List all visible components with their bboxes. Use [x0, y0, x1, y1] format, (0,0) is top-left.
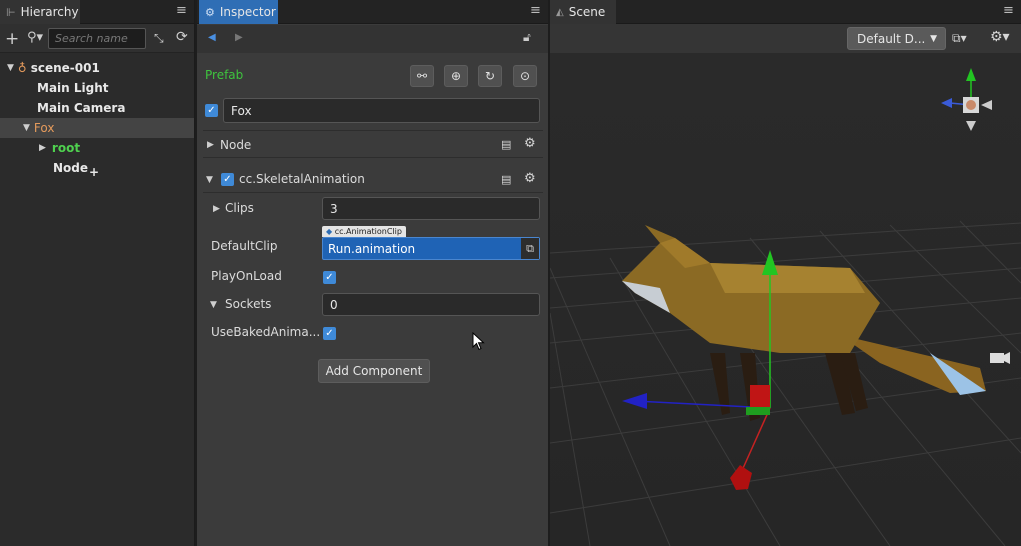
inspector-tabbar: ⚙ Inspector ≡ [197, 0, 548, 24]
scene-panel: ◭ Scene ≡ Default D... ▼ ⧉▾ ⚙▾ [550, 0, 1021, 546]
sockets-label: Sockets [225, 297, 272, 311]
divider [203, 192, 543, 193]
play-on-load-label: PlayOnLoad [211, 269, 282, 283]
scene-viewport[interactable] [550, 53, 1021, 546]
camera-dropdown[interactable]: Default D... ▼ [847, 27, 946, 50]
inspector-nav: ◀ ▶ 🔓︎ [197, 25, 548, 53]
unlink-prefab-button[interactable]: ⚯ [410, 65, 434, 87]
unlink-icon: ⚯ [416, 69, 428, 83]
use-baked-checkbox[interactable]: ✓ [323, 327, 336, 340]
hierarchy-toolbar: + ⚲▾ Search name ⤡ ⟳ [0, 24, 194, 53]
book-icon[interactable]: ▤ [501, 173, 511, 186]
divider [203, 130, 543, 131]
target-icon: ⊕ [450, 69, 462, 83]
expand-arrow-icon[interactable]: ▼ [7, 63, 14, 73]
refresh-icon: ↻ [484, 69, 496, 83]
search-filter-icon[interactable]: ⚲▾ [27, 30, 43, 45]
menu-icon[interactable]: ≡ [1003, 4, 1014, 17]
hierarchy-tabbar: ⊩ Hierarchy ≡ [0, 0, 194, 24]
hierarchy-panel: ⊩ Hierarchy ≡ + ⚲▾ Search name ⤡ ⟳ ▼ ♁ s… [0, 0, 195, 546]
node-name-field[interactable]: Fox [223, 98, 540, 123]
menu-icon[interactable]: ≡ [176, 4, 187, 17]
default-clip-label: DefaultClip [211, 239, 278, 253]
divider [203, 157, 543, 158]
lock-icon[interactable]: 🔓︎ [523, 30, 531, 45]
tree-item-root[interactable]: ▶ root [0, 138, 194, 158]
tree-item-fox[interactable]: ▼ Fox [0, 118, 194, 138]
gear-icon: ⚙ [205, 5, 215, 19]
component-name-label[interactable]: cc.SkeletalAnimation [239, 172, 365, 186]
revert-prefab-button[interactable]: ↻ [478, 65, 502, 87]
search-input[interactable]: Search name [48, 28, 146, 49]
apply-prefab-button[interactable]: ⊙ [513, 65, 537, 87]
mouse-cursor-icon [472, 332, 485, 351]
hierarchy-icon: ⊩ [6, 5, 16, 19]
tree-item-main-camera[interactable]: Main Camera [0, 98, 194, 118]
node-section-label[interactable]: Node [220, 138, 251, 152]
asset-type-badge: ◆ cc.AnimationClip [322, 226, 406, 237]
gear-icon[interactable]: ⚙ [524, 136, 536, 151]
forward-icon[interactable]: ▶ [235, 32, 243, 43]
add-component-button[interactable]: Add Component [318, 359, 430, 383]
check-circle-icon: ⊙ [519, 69, 531, 83]
expand-arrow-icon[interactable]: ▼ [23, 123, 30, 133]
play-on-load-checkbox[interactable]: ✓ [323, 271, 336, 284]
picker-icon: ⧉ [526, 241, 534, 255]
component-enabled-checkbox[interactable]: ✓ [221, 173, 234, 186]
expand-arrow-icon[interactable]: ▼ [210, 300, 217, 310]
prefab-label: Prefab [205, 68, 244, 82]
mountain-icon: ◭ [556, 6, 564, 18]
scene-toolbar: Default D... ▼ ⧉▾ ⚙▾ [550, 24, 1021, 53]
collapsed-arrow-icon[interactable]: ▶ [39, 143, 46, 153]
locate-prefab-button[interactable]: ⊕ [444, 65, 468, 87]
tree-item-scene[interactable]: ▼ ♁ scene-001 [0, 58, 194, 78]
tree-item-main-light[interactable]: Main Light [0, 78, 194, 98]
collapsed-arrow-icon[interactable]: ▶ [213, 204, 220, 214]
default-clip-field[interactable]: Run.animation [322, 237, 540, 260]
tab-scene[interactable]: ◭ Scene [550, 0, 616, 24]
refresh-icon[interactable]: ⟳ [176, 29, 188, 45]
inspector-panel: ⚙ Inspector ≡ ◀ ▶ 🔓︎ Prefab ⚯ ⊕ ↻ ⊙ ✓ Fo… [197, 0, 548, 546]
use-baked-label: UseBakedAnima... [211, 325, 321, 339]
scene-icon: ♁ [17, 61, 27, 75]
tree-item-node[interactable]: Node + [0, 158, 194, 179]
tab-hierarchy[interactable]: ⊩ Hierarchy [0, 0, 80, 24]
chevron-down-icon: ▼ [930, 33, 937, 44]
menu-icon[interactable]: ≡ [530, 4, 541, 17]
clips-label: Clips [225, 201, 254, 215]
scene-tabbar: ◭ Scene ≡ [550, 0, 1021, 24]
book-icon[interactable]: ▤ [501, 138, 511, 151]
clips-field[interactable]: 3 [322, 197, 540, 220]
diamond-icon: ◆ [326, 227, 333, 236]
tab-inspector[interactable]: ⚙ Inspector [199, 0, 278, 24]
gear-icon[interactable]: ⚙▾ [990, 29, 1010, 45]
back-icon[interactable]: ◀ [208, 32, 216, 43]
gear-icon[interactable]: ⚙ [524, 171, 536, 186]
add-icon[interactable]: + [5, 29, 19, 49]
camera-settings-icon[interactable]: ⧉▾ [952, 31, 967, 46]
node-active-checkbox[interactable]: ✓ [205, 104, 218, 117]
camera-gizmo-icon [990, 352, 1010, 364]
asset-picker-button[interactable]: ⧉ [521, 238, 539, 259]
sockets-field[interactable]: 0 [322, 293, 540, 316]
plus-cursor-icon: + [89, 165, 100, 179]
collapsed-arrow-icon[interactable]: ▶ [207, 140, 214, 150]
collapse-icon[interactable]: ⤡ [154, 31, 164, 46]
expand-arrow-icon[interactable]: ▼ [206, 175, 213, 185]
